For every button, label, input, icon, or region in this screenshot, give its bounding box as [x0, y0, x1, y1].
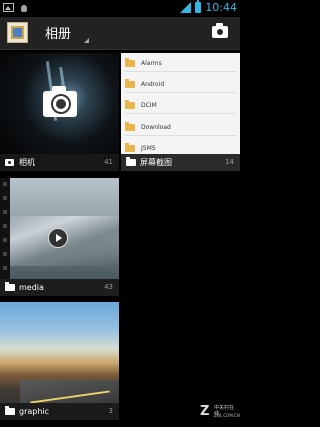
list-item: Android: [125, 78, 235, 90]
play-icon: [48, 228, 68, 248]
list-item: DCIM: [125, 99, 235, 111]
watermark: Z 中关村在线 ZOL.COM.CN: [200, 404, 240, 424]
album-name: graphic: [19, 407, 50, 416]
folder-icon: [5, 406, 15, 415]
folder-icon: [126, 157, 136, 166]
album-title-dropdown[interactable]: 相册: [45, 23, 71, 42]
list-item: JSMS: [125, 142, 235, 154]
camera-icon[interactable]: [212, 23, 228, 38]
album-count: 41: [104, 158, 113, 166]
gallery-screen: 10:44 相册 相机 41 Alarms Android DCIM Downl…: [0, 0, 240, 427]
notification-icons: [3, 3, 29, 13]
album-media[interactable]: media 43: [0, 178, 119, 296]
album-name: 相机: [19, 158, 35, 167]
watermark-logo: Z: [200, 404, 210, 419]
folder-icon: [5, 282, 15, 291]
clock: 10:44: [205, 1, 237, 14]
file-name: Download: [141, 123, 171, 131]
camera-icon: [5, 159, 14, 166]
album-label: graphic 3: [0, 403, 119, 420]
folder-icon: [125, 99, 135, 109]
list-item: Download: [125, 121, 235, 133]
gallery-app-icon[interactable]: [7, 22, 28, 43]
album-name: media: [19, 283, 44, 292]
folder-icon: [125, 78, 135, 88]
album-graphic[interactable]: graphic 3: [0, 302, 119, 420]
album-label: media 43: [0, 279, 119, 296]
folder-icon: [125, 57, 135, 67]
album-label: 相机 41: [0, 154, 119, 171]
status-bar: 10:44: [0, 0, 240, 17]
battery-icon: [195, 0, 202, 13]
folder-icon: [125, 142, 135, 152]
file-name: DCIM: [141, 101, 157, 109]
signal-icon: [180, 2, 192, 13]
action-bar: 相册: [0, 17, 240, 50]
camera-overlay-icon: [43, 86, 77, 117]
list-item: Alarms: [125, 57, 235, 69]
album-camera[interactable]: 相机 41: [0, 53, 119, 171]
file-name: Alarms: [141, 59, 162, 67]
album-label: 屏幕截图 14: [121, 154, 240, 171]
file-name: JSMS: [141, 144, 156, 152]
album-screenshots[interactable]: Alarms Android DCIM Download JSMS 屏幕截图 1…: [121, 53, 240, 171]
album-name: 屏幕截图: [140, 158, 172, 167]
folder-icon: [125, 121, 135, 131]
album-count: 14: [225, 158, 234, 166]
album-count: 3: [108, 407, 113, 415]
album-count: 43: [104, 283, 113, 291]
image-notification-icon: [3, 3, 14, 12]
system-icons: 10:44: [180, 0, 237, 14]
watermark-url: ZOL.COM.CN: [214, 413, 240, 418]
film-strip: [0, 178, 10, 279]
file-name: Android: [141, 80, 165, 88]
dropdown-indicator-icon: [84, 38, 89, 43]
bug-notification-icon: [19, 3, 29, 13]
